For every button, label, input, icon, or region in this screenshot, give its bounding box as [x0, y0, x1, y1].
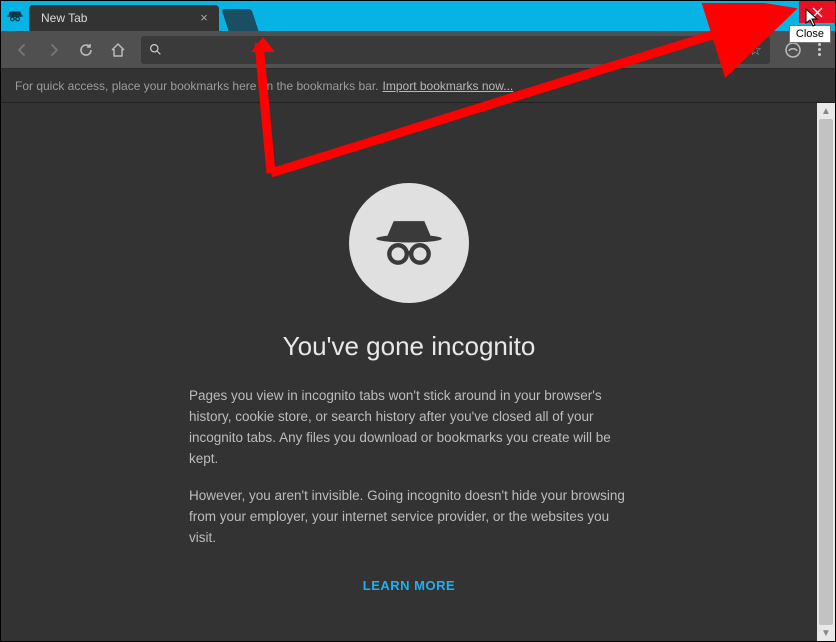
window-close-button[interactable] [799, 1, 835, 23]
window-controls [727, 1, 835, 23]
scroll-down-icon[interactable]: ▼ [817, 625, 835, 641]
browser-window: New Tab × [0, 0, 836, 642]
bookmark-star-icon[interactable]: ☆ [749, 41, 762, 59]
incognito-badge-icon [1, 1, 29, 31]
home-button[interactable] [103, 35, 133, 65]
incognito-icon [349, 183, 469, 303]
bookmarks-hint-text: For quick access, place your bookmarks h… [15, 79, 379, 93]
incognito-paragraph-1: Pages you view in incognito tabs won't s… [189, 386, 629, 470]
minimize-button[interactable] [727, 1, 763, 23]
browser-tab[interactable]: New Tab × [29, 5, 219, 31]
close-tooltip: Close [789, 25, 831, 43]
incognito-headline: You've gone incognito [283, 331, 536, 362]
content-area: You've gone incognito Pages you view in … [1, 103, 835, 641]
toolbar: ☆ [1, 31, 835, 69]
incognito-splash: You've gone incognito Pages you view in … [1, 103, 817, 641]
title-bar: New Tab × [1, 1, 835, 31]
scrollbar-thumb[interactable] [819, 119, 833, 625]
learn-more-link[interactable]: LEARN MORE [363, 578, 455, 593]
omnibox-input[interactable] [170, 42, 749, 57]
forward-button[interactable] [39, 35, 69, 65]
reload-button[interactable] [71, 35, 101, 65]
address-bar[interactable]: ☆ [141, 36, 770, 64]
back-button[interactable] [7, 35, 37, 65]
import-bookmarks-link[interactable]: Import bookmarks now... [383, 79, 514, 93]
incognito-paragraph-2: However, you aren't invisible. Going inc… [189, 486, 629, 549]
close-tab-icon[interactable]: × [197, 10, 211, 24]
search-icon [149, 43, 162, 56]
bookmarks-bar: For quick access, place your bookmarks h… [1, 69, 835, 103]
new-tab-button[interactable] [221, 9, 258, 31]
tab-title: New Tab [41, 11, 87, 25]
scroll-up-icon[interactable]: ▲ [817, 103, 835, 119]
maximize-button[interactable] [763, 1, 799, 23]
vertical-scrollbar[interactable]: ▲ ▼ [817, 103, 835, 641]
